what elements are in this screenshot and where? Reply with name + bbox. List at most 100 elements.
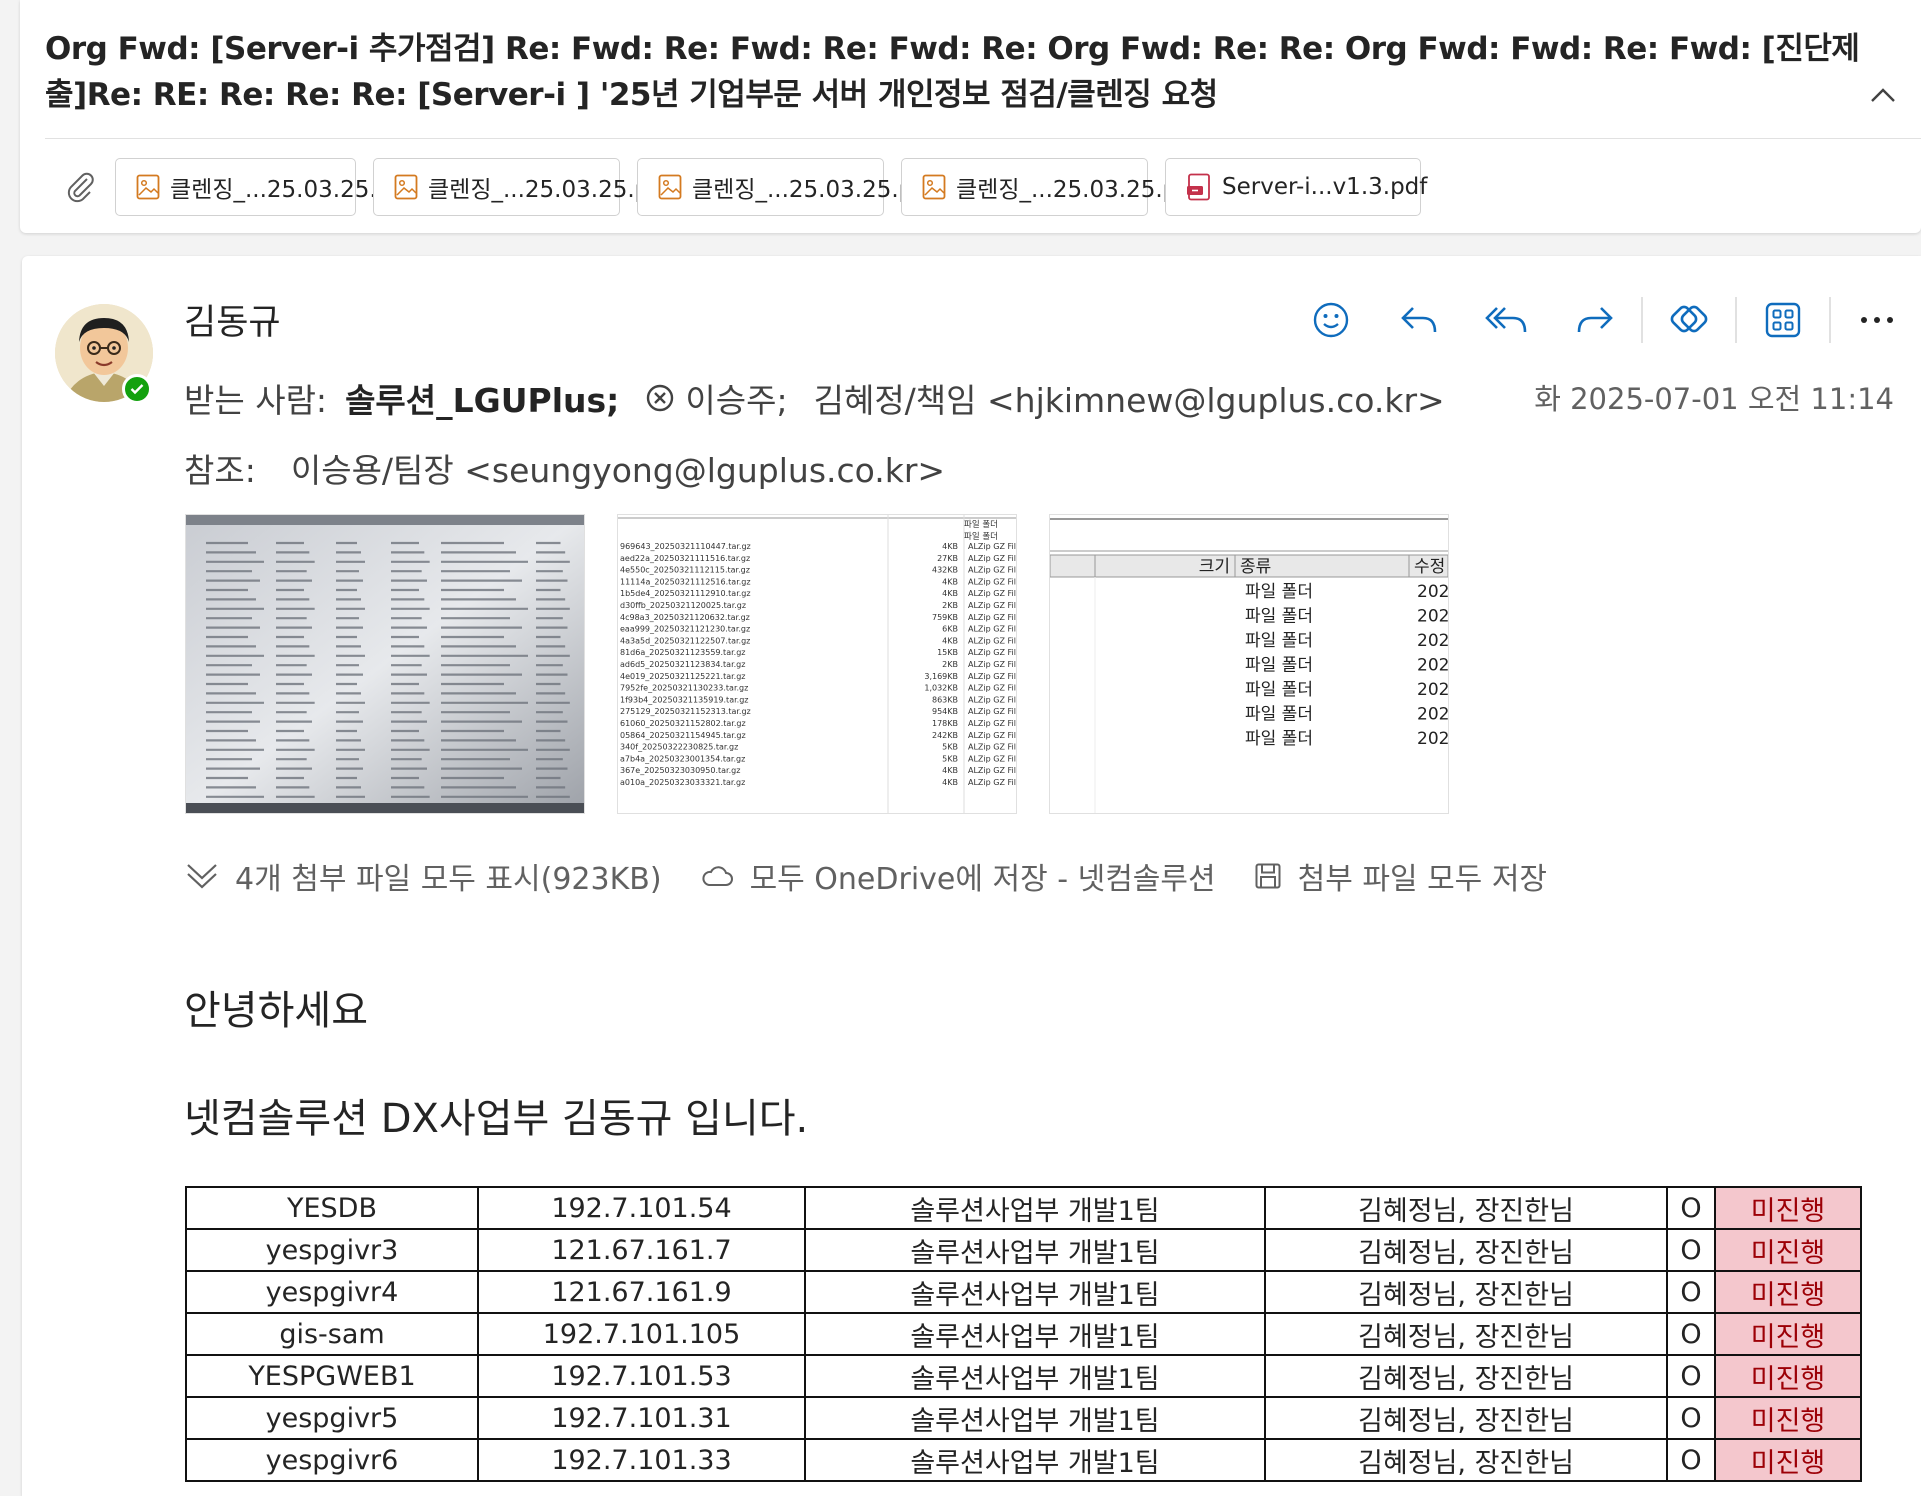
department-cell: 솔루션사업부 개발1팀 bbox=[804, 1228, 1266, 1272]
owner-cell: 김혜정님, 장진한님 bbox=[1264, 1396, 1668, 1440]
email-subject: Org Fwd: [Server-i 추가점검] Re: Fwd: Re: Fw… bbox=[45, 31, 1860, 113]
file-size-text: 178KB bbox=[932, 719, 958, 728]
attachment-chip[interactable]: 클렌징_...25.03.25.png bbox=[901, 158, 1206, 216]
more-icon bbox=[1861, 317, 1893, 323]
chevron-double-down-icon bbox=[187, 864, 217, 889]
file-type-text: ALZip GZ File bbox=[968, 566, 1016, 575]
file-type-text: ALZip GZ File bbox=[968, 636, 1016, 645]
body-intro: 넷컴솔루션 DX사업부 김동규 입니다. bbox=[184, 1096, 809, 1142]
image-file-icon bbox=[922, 174, 946, 200]
file-name-text: 7952fe_20250321130233.tar.gz bbox=[620, 684, 748, 693]
folder-type-text: 파일 폴더 bbox=[1245, 680, 1313, 700]
react-button[interactable] bbox=[1287, 290, 1375, 350]
folder-modified-text: 2025 bbox=[1417, 656, 1448, 676]
forward-button[interactable] bbox=[1551, 290, 1639, 350]
folder-modified-text: 2025 bbox=[1417, 680, 1448, 700]
recipient[interactable]: 솔루션_LGUPlus; bbox=[345, 374, 619, 422]
file-name-text: a7b4a_20250323001354.tar.gz bbox=[620, 754, 745, 763]
file-name-text: 05864_20250321154945.tar.gz bbox=[620, 731, 746, 740]
file-name-text: ad6d5_20250321123834.tar.gz bbox=[620, 660, 745, 669]
attachment-preview-photo[interactable] bbox=[185, 514, 585, 814]
reply-button[interactable] bbox=[1375, 290, 1463, 350]
apps-button[interactable] bbox=[1739, 290, 1827, 350]
forward-icon bbox=[1577, 307, 1613, 333]
message-toolbar bbox=[1287, 288, 1921, 352]
table-row: yespgivr6 192.7.101.33 솔루션사업부 개발1팀 김혜정님, 장진… bbox=[185, 1438, 1862, 1482]
ip-cell: 192.7.101.105 bbox=[477, 1312, 806, 1356]
folder-type-text: 파일 폴더 bbox=[1245, 631, 1313, 651]
server-name-cell: gis-sam bbox=[185, 1312, 479, 1356]
image-file-icon bbox=[658, 174, 682, 200]
file-type-text: ALZip GZ File bbox=[968, 613, 1016, 622]
file-size-text: 4KB bbox=[942, 589, 958, 598]
show-all-attachments-button[interactable]: 4개 첨부 파일 모두 표시(923KB) bbox=[185, 854, 662, 898]
file-name-text: 4c98a3_20250321120632.tar.gz bbox=[620, 613, 750, 622]
attachment-preview-file-list[interactable]: 파일 폴더 파일 폴더 969643_20250321110447.tar.gz… bbox=[617, 514, 1017, 814]
file-name-text: 4e550c_20250321112115.tar.gz bbox=[620, 566, 750, 575]
save-all-attachments-button[interactable]: 첨부 파일 모두 저장 bbox=[1254, 854, 1547, 898]
folder-type-text: 파일 폴더 bbox=[1245, 582, 1313, 602]
collapse-header-button[interactable] bbox=[1863, 75, 1903, 115]
file-type-text: ALZip GZ File bbox=[968, 542, 1016, 551]
table-row: YESDB 192.7.101.54 솔루션사업부 개발1팀 김혜정님, 장진한님 O 미… bbox=[185, 1186, 1862, 1230]
file-type-text: ALZip GZ File bbox=[968, 589, 1016, 598]
check-cell: O bbox=[1666, 1396, 1716, 1440]
reply-all-icon bbox=[1485, 307, 1527, 333]
attachment-chip[interactable]: Server-i...v1.3.pdf bbox=[1165, 158, 1427, 216]
apps-icon bbox=[1765, 302, 1801, 338]
attachment-chip[interactable]: 클렌징_...25.03.25.png bbox=[637, 158, 942, 216]
file-name-text: 61060_20250321152802.tar.gz bbox=[620, 719, 746, 728]
file-name-text: aed22a_20250321111516.tar.gz bbox=[620, 554, 750, 563]
group-remove-icon bbox=[647, 384, 674, 412]
file-type-text: ALZip GZ File bbox=[968, 648, 1016, 657]
sender-name[interactable]: 김동규 bbox=[184, 294, 281, 345]
save-all-onedrive-button[interactable]: 모두 OneDrive에 저장 - 넷컴솔루션 bbox=[700, 854, 1216, 898]
paperclip-icon bbox=[67, 172, 94, 203]
owner-cell: 김혜정님, 장진한님 bbox=[1264, 1186, 1668, 1230]
file-name-text: 11114a_20250321112516.tar.gz bbox=[620, 577, 751, 586]
attachment-chip[interactable]: 클렌징_...25.03.25.png bbox=[373, 158, 678, 216]
status-cell: 미진행 bbox=[1714, 1228, 1862, 1272]
file-name-text: 340f_20250322230825.tar.gz bbox=[620, 743, 738, 752]
file-name-text: 1f93b4_20250321135919.tar.gz bbox=[620, 695, 748, 704]
file-size-text: 759KB bbox=[932, 613, 958, 622]
check-cell: O bbox=[1666, 1312, 1716, 1356]
file-type-text: ALZip GZ File bbox=[968, 719, 1016, 728]
svg-text:크기: 크기 bbox=[1199, 557, 1230, 577]
file-size-text: 863KB bbox=[932, 695, 958, 704]
file-size-text: 4KB bbox=[942, 766, 958, 775]
file-name-text: 1b5de4_20250321112910.tar.gz bbox=[620, 589, 751, 598]
sent-date: 화 2025-07-01 오전 11:14 bbox=[1534, 382, 1894, 416]
chevron-up-icon bbox=[1871, 88, 1895, 102]
loop-icon bbox=[1670, 305, 1708, 333]
check-cell: O bbox=[1666, 1270, 1716, 1314]
attachment-preview-folder-list[interactable]: 크기 종류 수정 파일 폴더 2025 파일 폴더 2025 파일 폴더 2025 파일 폴… bbox=[1049, 514, 1449, 814]
folder-type-text: 파일 폴더 bbox=[1245, 705, 1313, 725]
file-name-text: d30ffb_20250321120025.tar.gz bbox=[620, 601, 746, 610]
toolbar-separator bbox=[1641, 297, 1643, 343]
ip-cell: 121.67.161.9 bbox=[477, 1270, 806, 1314]
ip-cell: 121.67.161.7 bbox=[477, 1228, 806, 1272]
owner-cell: 김혜정님, 장진한님 bbox=[1264, 1438, 1668, 1482]
cc-recipients: 참조: 이승용/팀장 <seungyong@lguplus.co.kr> bbox=[184, 444, 945, 492]
attachment-previews: 파일 폴더 파일 폴더 969643_20250321110447.tar.gz… bbox=[185, 514, 1481, 814]
status-cell: 미진행 bbox=[1714, 1186, 1862, 1230]
divider bbox=[45, 138, 1921, 139]
attachment-list-button[interactable] bbox=[45, 157, 115, 217]
recipient[interactable]: 이승용/팀장 <seungyong@lguplus.co.kr> bbox=[291, 451, 945, 490]
recipient[interactable]: 김혜정/책임 <hjkimnew@lguplus.co.kr> bbox=[814, 374, 1445, 422]
attachment-chip[interactable]: 클렌징_...25.03.25.jpg bbox=[115, 158, 412, 216]
folder-modified-text: 2025 bbox=[1417, 607, 1448, 627]
file-name-text: 367e_20250323030950.tar.gz bbox=[620, 766, 740, 775]
file-type-text: ALZip GZ File bbox=[968, 660, 1016, 669]
department-cell: 솔루션사업부 개발1팀 bbox=[804, 1312, 1266, 1356]
loop-button[interactable] bbox=[1645, 290, 1733, 350]
recipient[interactable]: 이승주; bbox=[685, 374, 787, 422]
pdf-file-icon bbox=[1187, 173, 1210, 201]
file-size-text: 242KB bbox=[932, 731, 958, 740]
reply-all-button[interactable] bbox=[1463, 290, 1551, 350]
save-onedrive-label: 모두 OneDrive에 저장 - 넷컴솔루션 bbox=[749, 862, 1216, 897]
more-actions-button[interactable] bbox=[1833, 290, 1921, 350]
svg-text:종류: 종류 bbox=[1240, 557, 1271, 577]
file-size-text: 4KB bbox=[942, 636, 958, 645]
